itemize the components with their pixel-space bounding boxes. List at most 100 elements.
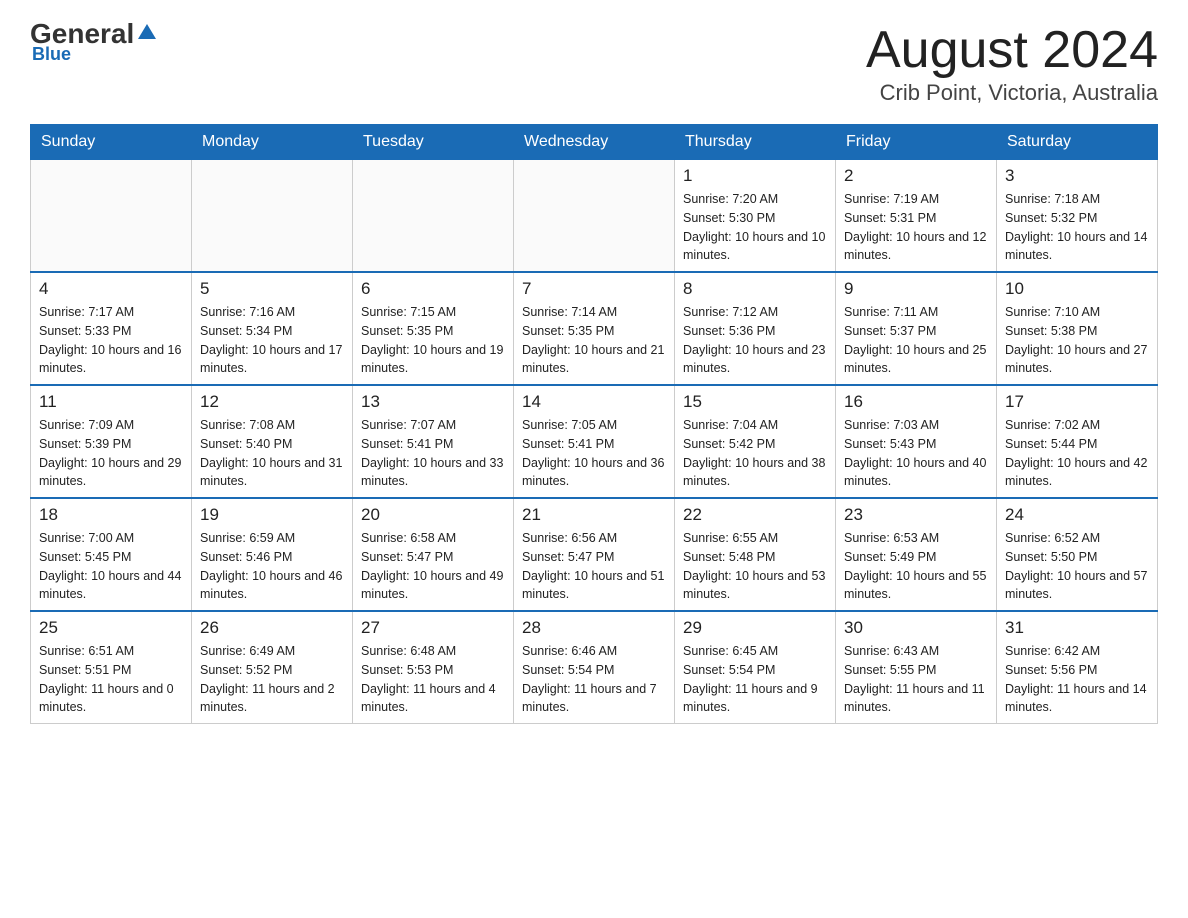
day-info: Sunrise: 7:04 AMSunset: 5:42 PMDaylight:… — [683, 416, 827, 491]
week-row-4: 18 Sunrise: 7:00 AMSunset: 5:45 PMDayligh… — [31, 498, 1158, 611]
calendar-cell-w4-d4: 21 Sunrise: 6:56 AMSunset: 5:47 PMDayligh… — [514, 498, 675, 611]
calendar-cell-w3-d5: 15 Sunrise: 7:04 AMSunset: 5:42 PMDayligh… — [675, 385, 836, 498]
day-number: 21 — [522, 505, 666, 525]
day-info: Sunrise: 6:45 AMSunset: 5:54 PMDaylight:… — [683, 642, 827, 717]
calendar-cell-w1-d7: 3Sunrise: 7:18 AMSunset: 5:32 PMDaylight… — [997, 160, 1158, 273]
day-info: Sunrise: 7:00 AMSunset: 5:45 PMDaylight:… — [39, 529, 183, 604]
day-number: 29 — [683, 618, 827, 638]
calendar-cell-w2-d1: 4 Sunrise: 7:17 AMSunset: 5:33 PMDaylight… — [31, 272, 192, 385]
day-info: Sunrise: 6:43 AMSunset: 5:55 PMDaylight:… — [844, 642, 988, 717]
day-info: Sunrise: 7:03 AMSunset: 5:43 PMDaylight:… — [844, 416, 988, 491]
day-info: Sunrise: 7:02 AMSunset: 5:44 PMDaylight:… — [1005, 416, 1149, 491]
day-info: Sunrise: 7:16 AMSunset: 5:34 PMDaylight:… — [200, 303, 344, 378]
calendar-cell-w5-d2: 26Sunrise: 6:49 AMSunset: 5:52 PMDayligh… — [192, 611, 353, 724]
day-info: Sunrise: 6:59 AMSunset: 5:46 PMDaylight:… — [200, 529, 344, 604]
day-number: 12 — [200, 392, 344, 412]
page-subtitle: Crib Point, Victoria, Australia — [866, 80, 1158, 106]
day-info: Sunrise: 6:56 AMSunset: 5:47 PMDaylight:… — [522, 529, 666, 604]
day-info: Sunrise: 7:11 AMSunset: 5:37 PMDaylight:… — [844, 303, 988, 378]
day-number: 1 — [683, 166, 827, 186]
day-number: 17 — [1005, 392, 1149, 412]
day-number: 19 — [200, 505, 344, 525]
day-info: Sunrise: 6:42 AMSunset: 5:56 PMDaylight:… — [1005, 642, 1149, 717]
day-number: 8 — [683, 279, 827, 299]
calendar-cell-w2-d6: 9Sunrise: 7:11 AMSunset: 5:37 PMDaylight… — [836, 272, 997, 385]
calendar-cell-w4-d5: 22Sunrise: 6:55 AMSunset: 5:48 PMDayligh… — [675, 498, 836, 611]
calendar-cell-w3-d3: 13 Sunrise: 7:07 AMSunset: 5:41 PMDayligh… — [353, 385, 514, 498]
header-saturday: Saturday — [997, 125, 1158, 160]
day-number: 28 — [522, 618, 666, 638]
calendar-cell-w3-d6: 16 Sunrise: 7:03 AMSunset: 5:43 PMDayligh… — [836, 385, 997, 498]
day-info: Sunrise: 7:17 AMSunset: 5:33 PMDaylight:… — [39, 303, 183, 378]
day-number: 20 — [361, 505, 505, 525]
calendar-cell-w5-d4: 28 Sunrise: 6:46 AMSunset: 5:54 PMDayligh… — [514, 611, 675, 724]
day-info: Sunrise: 6:58 AMSunset: 5:47 PMDaylight:… — [361, 529, 505, 604]
calendar-cell-w2-d4: 7Sunrise: 7:14 AMSunset: 5:35 PMDaylight… — [514, 272, 675, 385]
day-number: 25 — [39, 618, 183, 638]
calendar-cell-w5-d3: 27Sunrise: 6:48 AMSunset: 5:53 PMDayligh… — [353, 611, 514, 724]
logo-icon — [136, 21, 158, 43]
day-number: 10 — [1005, 279, 1149, 299]
logo-blue: Blue — [30, 44, 71, 65]
week-row-2: 4 Sunrise: 7:17 AMSunset: 5:33 PMDaylight… — [31, 272, 1158, 385]
day-info: Sunrise: 6:53 AMSunset: 5:49 PMDaylight:… — [844, 529, 988, 604]
day-number: 11 — [39, 392, 183, 412]
day-number: 26 — [200, 618, 344, 638]
day-info: Sunrise: 6:52 AMSunset: 5:50 PMDaylight:… — [1005, 529, 1149, 604]
day-number: 18 — [39, 505, 183, 525]
day-info: Sunrise: 7:19 AMSunset: 5:31 PMDaylight:… — [844, 190, 988, 265]
day-number: 5 — [200, 279, 344, 299]
calendar-cell-w3-d4: 14Sunrise: 7:05 AMSunset: 5:41 PMDayligh… — [514, 385, 675, 498]
week-row-5: 25 Sunrise: 6:51 AMSunset: 5:51 PMDayligh… — [31, 611, 1158, 724]
calendar-cell-w5-d7: 31 Sunrise: 6:42 AMSunset: 5:56 PMDayligh… — [997, 611, 1158, 724]
calendar-cell-w1-d2 — [192, 160, 353, 273]
calendar-cell-w1-d6: 2Sunrise: 7:19 AMSunset: 5:31 PMDaylight… — [836, 160, 997, 273]
calendar-cell-w3-d1: 11 Sunrise: 7:09 AMSunset: 5:39 PMDayligh… — [31, 385, 192, 498]
header-tuesday: Tuesday — [353, 125, 514, 160]
calendar-cell-w4-d2: 19 Sunrise: 6:59 AMSunset: 5:46 PMDayligh… — [192, 498, 353, 611]
day-number: 24 — [1005, 505, 1149, 525]
calendar-cell-w1-d1 — [31, 160, 192, 273]
calendar-cell-w3-d2: 12 Sunrise: 7:08 AMSunset: 5:40 PMDayligh… — [192, 385, 353, 498]
calendar-cell-w1-d5: 1 Sunrise: 7:20 AMSunset: 5:30 PMDaylight… — [675, 160, 836, 273]
calendar-cell-w4-d1: 18 Sunrise: 7:00 AMSunset: 5:45 PMDayligh… — [31, 498, 192, 611]
calendar-cell-w3-d7: 17 Sunrise: 7:02 AMSunset: 5:44 PMDayligh… — [997, 385, 1158, 498]
calendar-cell-w4-d7: 24 Sunrise: 6:52 AMSunset: 5:50 PMDayligh… — [997, 498, 1158, 611]
day-info: Sunrise: 7:09 AMSunset: 5:39 PMDaylight:… — [39, 416, 183, 491]
day-info: Sunrise: 6:48 AMSunset: 5:53 PMDaylight:… — [361, 642, 505, 717]
day-number: 16 — [844, 392, 988, 412]
week-row-3: 11 Sunrise: 7:09 AMSunset: 5:39 PMDayligh… — [31, 385, 1158, 498]
header-friday: Friday — [836, 125, 997, 160]
day-number: 31 — [1005, 618, 1149, 638]
day-info: Sunrise: 7:05 AMSunset: 5:41 PMDaylight:… — [522, 416, 666, 491]
calendar-cell-w2-d7: 10Sunrise: 7:10 AMSunset: 5:38 PMDayligh… — [997, 272, 1158, 385]
day-info: Sunrise: 7:20 AMSunset: 5:30 PMDaylight:… — [683, 190, 827, 265]
day-info: Sunrise: 7:12 AMSunset: 5:36 PMDaylight:… — [683, 303, 827, 378]
day-number: 15 — [683, 392, 827, 412]
day-info: Sunrise: 7:08 AMSunset: 5:40 PMDaylight:… — [200, 416, 344, 491]
calendar-table: Sunday Monday Tuesday Wednesday Thursday… — [30, 124, 1158, 724]
calendar-cell-w4-d6: 23 Sunrise: 6:53 AMSunset: 5:49 PMDayligh… — [836, 498, 997, 611]
calendar-cell-w2-d5: 8 Sunrise: 7:12 AMSunset: 5:36 PMDaylight… — [675, 272, 836, 385]
day-number: 13 — [361, 392, 505, 412]
calendar-cell-w4-d3: 20 Sunrise: 6:58 AMSunset: 5:47 PMDayligh… — [353, 498, 514, 611]
header-sunday: Sunday — [31, 125, 192, 160]
calendar-cell-w5-d6: 30 Sunrise: 6:43 AMSunset: 5:55 PMDayligh… — [836, 611, 997, 724]
day-info: Sunrise: 7:07 AMSunset: 5:41 PMDaylight:… — [361, 416, 505, 491]
day-info: Sunrise: 6:55 AMSunset: 5:48 PMDaylight:… — [683, 529, 827, 604]
day-number: 23 — [844, 505, 988, 525]
day-number: 30 — [844, 618, 988, 638]
day-info: Sunrise: 6:51 AMSunset: 5:51 PMDaylight:… — [39, 642, 183, 717]
header: General Blue August 2024 Crib Point, Vic… — [30, 20, 1158, 106]
day-number: 3 — [1005, 166, 1149, 186]
week-row-1: 1 Sunrise: 7:20 AMSunset: 5:30 PMDaylight… — [31, 160, 1158, 273]
calendar-cell-w2-d3: 6Sunrise: 7:15 AMSunset: 5:35 PMDaylight… — [353, 272, 514, 385]
day-info: Sunrise: 6:46 AMSunset: 5:54 PMDaylight:… — [522, 642, 666, 717]
day-info: Sunrise: 7:15 AMSunset: 5:35 PMDaylight:… — [361, 303, 505, 378]
calendar-cell-w1-d3 — [353, 160, 514, 273]
page-title: August 2024 — [866, 20, 1158, 80]
header-monday: Monday — [192, 125, 353, 160]
calendar-cell-w2-d2: 5 Sunrise: 7:16 AMSunset: 5:34 PMDaylight… — [192, 272, 353, 385]
logo: General Blue — [30, 20, 158, 65]
day-number: 4 — [39, 279, 183, 299]
